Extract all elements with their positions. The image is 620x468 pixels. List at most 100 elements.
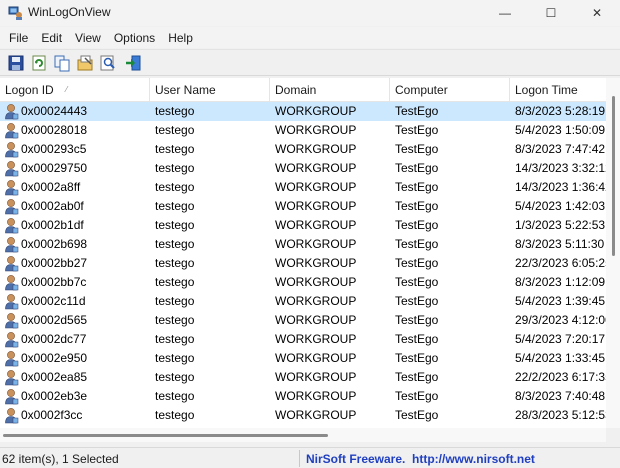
cell-domain: WORKGROUP xyxy=(275,218,357,232)
exit-icon[interactable] xyxy=(124,54,142,72)
cell-time: 8/3/2023 1:12:09 xyxy=(515,275,606,289)
menu-options[interactable]: Options xyxy=(109,31,160,45)
properties-icon[interactable] xyxy=(76,54,94,72)
table-row[interactable]: 0x00029750 testego WORKGROUP TestEgo 14/3/20… xyxy=(0,159,606,178)
cell-user: testego xyxy=(155,332,195,346)
user-icon xyxy=(5,351,19,367)
cell-time: 8/3/2023 5:28:19 xyxy=(515,104,606,118)
nirsoft-link[interactable]: NirSoft Freeware. http://www.nirsoft.net xyxy=(306,452,535,466)
cell-time: 5/4/2023 1:33:45 xyxy=(515,351,606,365)
horizontal-scrollbar[interactable] xyxy=(0,428,606,442)
user-icon xyxy=(5,104,19,120)
cell-time: 1/3/2023 5:22:53 xyxy=(515,218,606,232)
maximize-button[interactable]: ☐ xyxy=(528,0,574,26)
cell-domain: WORKGROUP xyxy=(275,199,357,213)
cell-time: 5/4/2023 1:39:45 xyxy=(515,294,606,308)
cell-domain: WORKGROUP xyxy=(275,332,357,346)
table-row[interactable]: 0x0002ea85 testego WORKGROUP TestEgo 22/2/20… xyxy=(0,368,606,387)
cell-logon-id: 0x0002ea85 xyxy=(21,370,88,384)
table-row[interactable]: 0x0002a8ff testego WORKGROUP TestEgo 14/3/20… xyxy=(0,178,606,197)
table-row[interactable]: 0x0002f3cc testego WORKGROUP TestEgo 28/3/20… xyxy=(0,406,606,425)
cell-time: 5/4/2023 7:20:17 xyxy=(515,332,606,346)
cell-time: 8/3/2023 7:47:42 xyxy=(515,142,606,156)
column-header-logon-id[interactable]: Logon ID ⁄ xyxy=(0,78,150,102)
cell-computer: TestEgo xyxy=(395,218,439,232)
cell-user: testego xyxy=(155,370,195,384)
cell-logon-id: 0x0002b1df xyxy=(21,218,84,232)
table-row[interactable]: 0x00024443 testego WORKGROUP TestEgo 8/3/202… xyxy=(0,102,606,121)
cell-time: 22/2/2023 6:17:35 xyxy=(515,370,606,384)
cell-time: 29/3/2023 4:12:00 xyxy=(515,313,606,327)
horizontal-scroll-thumb[interactable] xyxy=(3,434,328,437)
cell-user: testego xyxy=(155,218,195,232)
list-header: Logon ID ⁄ User Name Domain Computer Log… xyxy=(0,78,606,102)
cell-domain: WORKGROUP xyxy=(275,237,357,251)
find-icon[interactable] xyxy=(99,54,117,72)
column-header-logon-time[interactable]: Logon Time xyxy=(510,78,606,102)
cell-user: testego xyxy=(155,408,195,422)
table-row[interactable]: 0x0002dc77 testego WORKGROUP TestEgo 5/4/202… xyxy=(0,330,606,349)
logon-list[interactable]: Logon ID ⁄ User Name Domain Computer Log… xyxy=(0,78,606,428)
table-row[interactable]: 0x0002bb27 testego WORKGROUP TestEgo 22/3/20… xyxy=(0,254,606,273)
table-row[interactable]: 0x0002b698 testego WORKGROUP TestEgo 8/3/202… xyxy=(0,235,606,254)
window-title: WinLogOnView xyxy=(28,5,111,19)
cell-domain: WORKGROUP xyxy=(275,389,357,403)
menu-file[interactable]: File xyxy=(4,31,33,45)
minimize-button[interactable]: — xyxy=(482,0,528,26)
refresh-icon[interactable] xyxy=(30,54,48,72)
table-row[interactable]: 0x0002e950 testego WORKGROUP TestEgo 5/4/202… xyxy=(0,349,606,368)
menu-view[interactable]: View xyxy=(70,31,106,45)
column-header-computer[interactable]: Computer xyxy=(390,78,510,102)
user-icon xyxy=(5,370,19,386)
close-button[interactable]: ✕ xyxy=(574,0,620,26)
cell-user: testego xyxy=(155,237,195,251)
vertical-scroll-thumb[interactable] xyxy=(612,96,615,256)
cell-logon-id: 0x00028018 xyxy=(21,123,88,137)
copy-icon[interactable] xyxy=(53,54,71,72)
cell-user: testego xyxy=(155,161,195,175)
table-row[interactable]: 0x0002c11d testego WORKGROUP TestEgo 5/4/202… xyxy=(0,292,606,311)
table-row[interactable]: 0x0002bb7c testego WORKGROUP TestEgo 8/3/202… xyxy=(0,273,606,292)
cell-domain: WORKGROUP xyxy=(275,294,357,308)
cell-logon-id: 0x0002b698 xyxy=(21,237,88,251)
column-label: Logon ID xyxy=(5,83,54,97)
cell-user: testego xyxy=(155,104,195,118)
cell-user: testego xyxy=(155,294,195,308)
table-row[interactable]: 0x0002eb3e testego WORKGROUP TestEgo 8/3/202… xyxy=(0,387,606,406)
cell-user: testego xyxy=(155,180,195,194)
cell-computer: TestEgo xyxy=(395,370,439,384)
table-row[interactable]: 0x0002d565 testego WORKGROUP TestEgo 29/3/20… xyxy=(0,311,606,330)
sort-indicator-icon: ⁄ xyxy=(66,85,68,94)
table-row[interactable]: 0x0002ab0f testego WORKGROUP TestEgo 5/4/202… xyxy=(0,197,606,216)
menu-edit[interactable]: Edit xyxy=(36,31,67,45)
cell-computer: TestEgo xyxy=(395,332,439,346)
cell-logon-id: 0x0002bb27 xyxy=(21,256,88,270)
cell-logon-id: 0x0002f3cc xyxy=(21,408,83,422)
vertical-scrollbar[interactable] xyxy=(606,78,620,428)
user-icon xyxy=(5,313,19,329)
table-row[interactable]: 0x0002b1df testego WORKGROUP TestEgo 1/3/202… xyxy=(0,216,606,235)
cell-computer: TestEgo xyxy=(395,313,439,327)
status-item-count: 62 item(s), 1 Selected xyxy=(2,452,119,466)
column-header-user-name[interactable]: User Name xyxy=(150,78,270,102)
status-divider xyxy=(299,450,300,467)
cell-domain: WORKGROUP xyxy=(275,180,357,194)
cell-domain: WORKGROUP xyxy=(275,256,357,270)
cell-time: 14/3/2023 1:36:42 xyxy=(515,180,606,194)
cell-computer: TestEgo xyxy=(395,294,439,308)
save-icon[interactable] xyxy=(7,54,25,72)
cell-user: testego xyxy=(155,142,195,156)
table-row[interactable]: 0x000293c5 testego WORKGROUP TestEgo 8/3/202… xyxy=(0,140,606,159)
cell-computer: TestEgo xyxy=(395,180,439,194)
menu-help[interactable]: Help xyxy=(163,31,198,45)
cell-domain: WORKGROUP xyxy=(275,275,357,289)
cell-time: 5/4/2023 1:42:03 xyxy=(515,199,606,213)
status-bar: 62 item(s), 1 Selected NirSoft Freeware.… xyxy=(0,447,620,468)
cell-logon-id: 0x0002e950 xyxy=(21,351,88,365)
column-header-domain[interactable]: Domain xyxy=(270,78,390,102)
cell-time: 8/3/2023 7:40:48 xyxy=(515,389,606,403)
cell-logon-id: 0x00029750 xyxy=(21,161,88,175)
cell-domain: WORKGROUP xyxy=(275,123,357,137)
table-row[interactable]: 0x00028018 testego WORKGROUP TestEgo 5/4/202… xyxy=(0,121,606,140)
cell-user: testego xyxy=(155,199,195,213)
